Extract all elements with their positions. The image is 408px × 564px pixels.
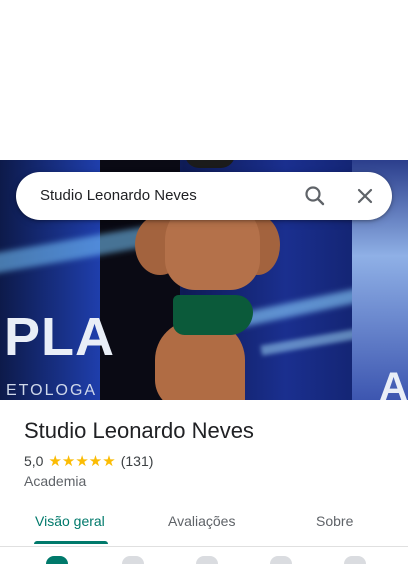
review-count[interactable]: (131) [121,453,154,469]
tab-bar: Visão geral Avaliações Sobre [0,500,408,547]
active-tab-indicator [34,541,108,544]
action-button[interactable] [122,556,144,564]
close-icon[interactable] [351,182,379,210]
photo-banner-right-text: A [379,365,408,400]
tab-reviews[interactable]: Avaliações [168,513,235,529]
action-buttons-row [0,552,408,564]
rating-value: 5,0 [24,453,44,469]
rating-row[interactable]: 5,0 ★★★★★ (131) [24,452,153,470]
photo-banner-text: PLA [4,307,115,367]
photo-banner-subtext: ETOLOGA [6,382,98,399]
place-category[interactable]: Academia [24,473,86,489]
action-button[interactable] [46,556,68,564]
star-rating-icon: ★★★★★ [48,453,116,470]
tab-overview[interactable]: Visão geral [35,513,105,529]
action-button[interactable] [344,556,366,564]
place-name: Studio Leonardo Neves [24,418,254,443]
search-bar[interactable]: Studio Leonardo Neves [16,172,392,220]
action-button[interactable] [270,556,292,564]
tab-about[interactable]: Sobre [316,513,353,529]
search-input[interactable]: Studio Leonardo Neves [40,187,197,204]
search-icon[interactable] [301,182,329,210]
action-button[interactable] [196,556,218,564]
